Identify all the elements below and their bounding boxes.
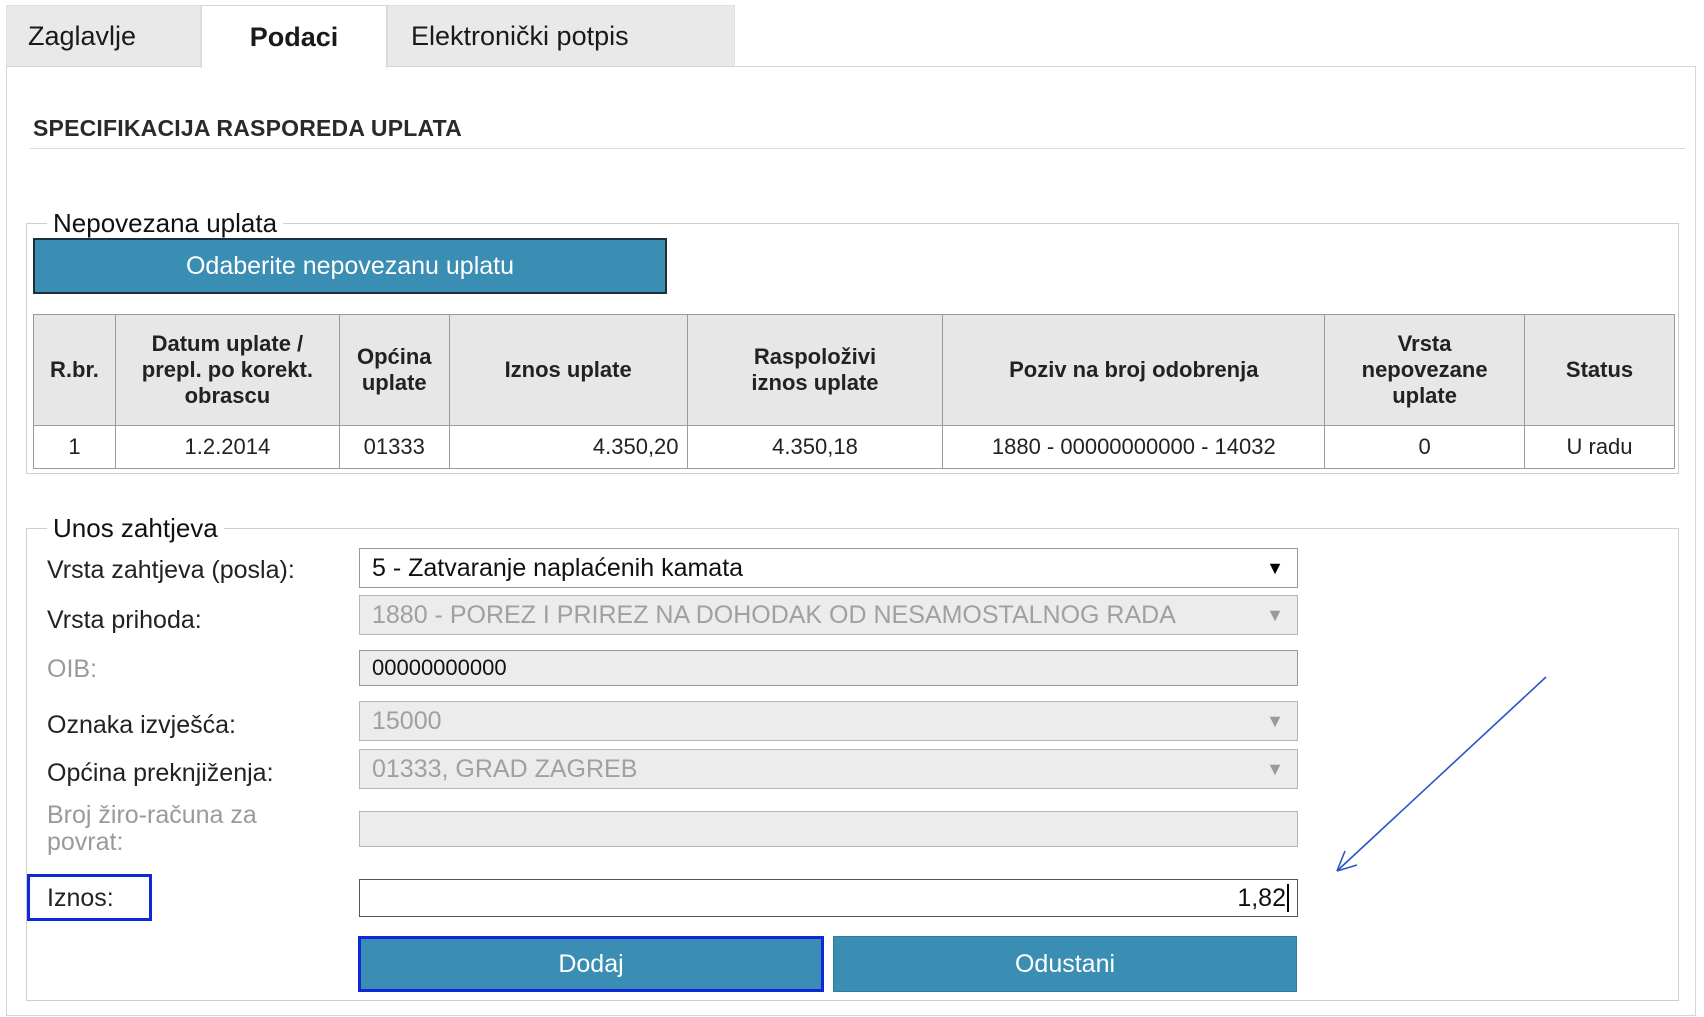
cell-status: U radu bbox=[1524, 425, 1675, 469]
tab-elektronicki-potpis[interactable]: Elektronički potpis bbox=[387, 5, 735, 67]
col-header-poziv: Poziv na broj odobrenja bbox=[942, 314, 1326, 426]
oib-field[interactable]: 00000000000 bbox=[359, 650, 1298, 686]
section-divider bbox=[30, 148, 1685, 149]
report-mark-select[interactable]: 15000 ▼ bbox=[359, 701, 1298, 741]
municipality-value: 01333, GRAD ZAGREB bbox=[372, 754, 638, 783]
cell-datum: 1.2.2014 bbox=[114, 425, 340, 469]
table-header-row: R.br. Datum uplate / prepl. po korekt. o… bbox=[33, 314, 1675, 426]
giro-account-field[interactable] bbox=[359, 811, 1298, 847]
cell-rbr: 1 bbox=[33, 425, 116, 469]
request-entry-legend: Unos zahtjeva bbox=[53, 513, 218, 543]
col-header-datum: Datum uplate / prepl. po korekt. obrascu bbox=[114, 314, 340, 426]
oib-value: 00000000000 bbox=[372, 655, 507, 680]
income-type-value: 1880 - POREZ I PRIREZ NA DOHODAK OD NESA… bbox=[372, 600, 1176, 629]
giro-account-label: Broj žiro-računa za povrat: bbox=[47, 802, 257, 856]
chevron-down-icon[interactable]: ▼ bbox=[1253, 702, 1297, 740]
request-type-select[interactable]: 5 - Zatvaranje naplaćenih kamata ▼ bbox=[359, 548, 1298, 588]
col-header-iznos: Iznos uplate bbox=[448, 314, 688, 426]
cell-vrsta: 0 bbox=[1324, 425, 1526, 469]
income-type-label: Vrsta prihoda: bbox=[47, 606, 202, 634]
col-header-rbr: R.br. bbox=[33, 314, 116, 426]
chevron-down-icon[interactable]: ▼ bbox=[1253, 596, 1297, 634]
col-header-opcina: Općina uplate bbox=[338, 314, 450, 426]
amount-label: Iznos: bbox=[47, 884, 114, 912]
tab-bar: Zaglavlje Podaci Elektronički potpis bbox=[6, 5, 735, 68]
col-header-status: Status bbox=[1524, 314, 1675, 426]
chevron-down-icon[interactable]: ▼ bbox=[1253, 750, 1297, 788]
report-mark-value: 15000 bbox=[372, 706, 442, 735]
municipality-label: Općina preknjiženja: bbox=[47, 759, 274, 787]
chevron-down-icon[interactable]: ▼ bbox=[1253, 549, 1297, 587]
cell-opcina: 01333 bbox=[338, 425, 450, 469]
col-header-vrsta: Vrsta nepovezane uplate bbox=[1324, 314, 1526, 426]
giro-account-label-line2: povrat: bbox=[47, 828, 124, 856]
amount-value: 1,82 bbox=[1237, 883, 1286, 912]
cell-iznos: 4.350,20 bbox=[448, 425, 688, 469]
report-mark-label: Oznaka izvješća: bbox=[47, 711, 236, 739]
request-type-label: Vrsta zahtjeva (posla): bbox=[47, 556, 295, 584]
oib-label: OIB: bbox=[47, 655, 98, 683]
add-button[interactable]: Dodaj bbox=[358, 936, 824, 992]
municipality-select[interactable]: 01333, GRAD ZAGREB ▼ bbox=[359, 749, 1298, 789]
request-type-value: 5 - Zatvaranje naplaćenih kamata bbox=[372, 553, 744, 582]
giro-account-label-line1: Broj žiro-računa za bbox=[47, 801, 257, 829]
select-unlinked-payment-button[interactable]: Odaberite nepovezanu uplatu bbox=[33, 238, 667, 294]
cancel-button[interactable]: Odustani bbox=[833, 936, 1297, 992]
text-cursor bbox=[1287, 884, 1289, 912]
col-header-raspolozivi: Raspoloživi iznos uplate bbox=[686, 314, 944, 426]
tab-zaglavlje[interactable]: Zaglavlje bbox=[6, 5, 201, 67]
tab-podaci[interactable]: Podaci bbox=[201, 5, 387, 68]
section-title: SPECIFIKACIJA RASPOREDA UPLATA bbox=[33, 115, 462, 141]
cell-raspolozivi: 4.350,18 bbox=[686, 425, 944, 469]
income-type-select[interactable]: 1880 - POREZ I PRIREZ NA DOHODAK OD NESA… bbox=[359, 595, 1298, 635]
amount-input[interactable]: 1,82 bbox=[359, 879, 1298, 917]
unlinked-payment-legend: Nepovezana uplata bbox=[53, 208, 278, 238]
table-row[interactable]: 1 1.2.2014 01333 4.350,20 4.350,18 1880 … bbox=[33, 425, 1675, 469]
cell-poziv: 1880 - 00000000000 - 14032 bbox=[942, 425, 1326, 469]
unlinked-payments-table: R.br. Datum uplate / prepl. po korekt. o… bbox=[33, 314, 1675, 469]
